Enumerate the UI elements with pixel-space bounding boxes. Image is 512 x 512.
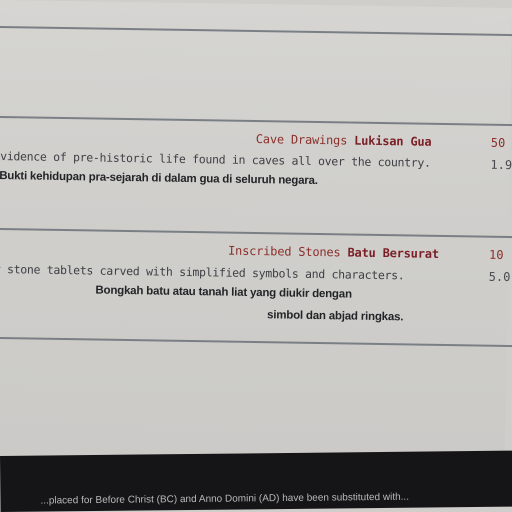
entry-description-en: r stone tablets carved with simplified s… (0, 261, 405, 283)
museum-placard: Cave Drawings Lukisan Gua 50 Evidence of… (0, 0, 512, 470)
entry-number: 50 (490, 135, 506, 150)
divider-line (0, 227, 512, 239)
entry-title-local: Lukisan Gua (354, 133, 432, 149)
entry-title-en: Cave Drawings (255, 132, 348, 148)
entry-value: 5.0 (488, 269, 511, 285)
divider-line (0, 336, 512, 348)
entry-title: Cave Drawings Lukisan Gua (256, 132, 432, 149)
footer-text: ...placed for Before Christ (BC) and Ann… (40, 491, 410, 507)
entry-title-local: Batu Bersurat (347, 245, 439, 261)
entry-description-local: Bukti kehidupan pra-sejarah di dalam gua… (0, 170, 318, 188)
entry-title: Inscribed Stones Batu Bersurat (228, 244, 439, 261)
divider-line (0, 115, 512, 127)
divider-line (0, 25, 512, 37)
entry-title-en: Inscribed Stones (227, 243, 341, 260)
entry-description-local: simbol dan abjad ringkas. (266, 309, 404, 324)
footer-band: ...placed for Before Christ (BC) and Ann… (0, 450, 512, 512)
entry-description-local: Bongkah batu atau tanah liat yang diukir… (95, 284, 352, 301)
entry-number: 10 (488, 247, 504, 262)
entry-value: 1.9 (490, 157, 512, 173)
entry-description-en: Evidence of pre-historic life found in c… (0, 148, 431, 170)
